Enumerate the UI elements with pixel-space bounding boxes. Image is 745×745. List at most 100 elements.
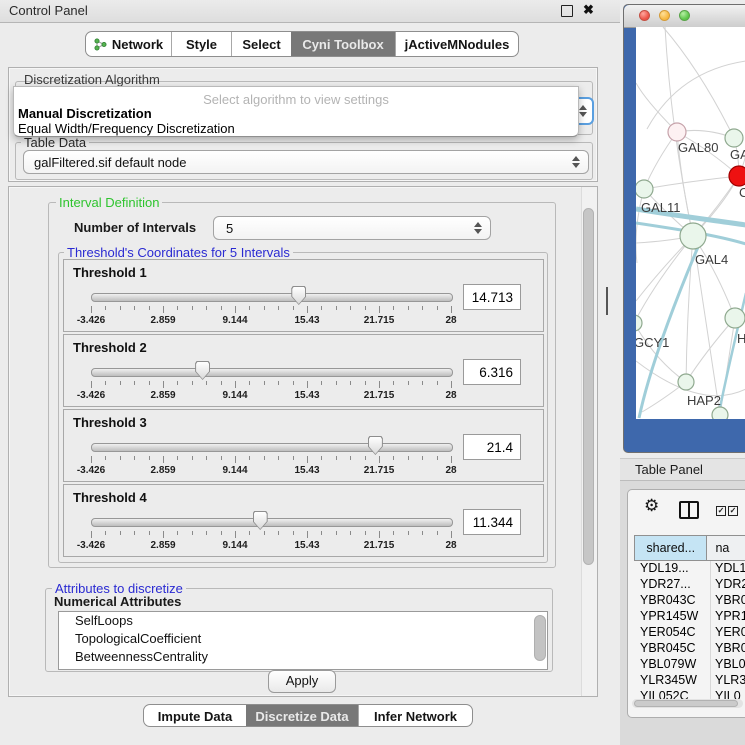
attributes-scrollbar-thumb[interactable] (534, 615, 546, 661)
tab-network[interactable]: Network (86, 32, 171, 56)
split-column-icon[interactable] (679, 501, 699, 519)
network-edge[interactable] (644, 176, 739, 189)
column-header-name[interactable]: na (707, 535, 745, 561)
cell-name[interactable]: YLR3 (711, 673, 745, 689)
cell-shared-name[interactable]: YLR345W (634, 673, 711, 689)
split-pane-divider[interactable] (606, 287, 608, 315)
threshold-3-slider-handle[interactable] (368, 436, 383, 455)
cell-shared-name[interactable]: YPR145W (634, 609, 711, 625)
table-hscrollbar[interactable] (632, 699, 743, 708)
threshold-4-slider-handle[interactable] (253, 511, 268, 530)
network-edge[interactable] (644, 132, 677, 189)
network-node-h[interactable] (725, 308, 745, 328)
network-edge[interactable] (636, 323, 686, 382)
slider-tick (206, 381, 207, 385)
slider-tick (365, 531, 366, 535)
column-header-shared-name[interactable]: shared... (634, 535, 707, 561)
cell-shared-name[interactable]: YDR27... (634, 577, 711, 593)
cell-name[interactable]: YPR1 (711, 609, 745, 625)
checkbox-icon[interactable]: ✓ (716, 506, 726, 516)
threshold-3-value-field[interactable]: 21.4 (463, 434, 521, 460)
cell-shared-name[interactable]: YBR043C (634, 593, 711, 609)
settings-scrollbar-thumb[interactable] (583, 208, 594, 565)
attribute-list-item[interactable]: SelfLoops (59, 612, 547, 630)
cell-name[interactable]: YBR0 (711, 641, 745, 657)
table-row[interactable]: YPR145WYPR1 (634, 609, 745, 625)
table-row[interactable]: YBR045CYBR0 (634, 641, 745, 657)
cell-name[interactable]: YDL1 (711, 561, 745, 577)
close-icon[interactable]: ✖ (583, 2, 594, 18)
slider-tick (149, 456, 150, 460)
table-row[interactable]: YIL052CYIL0 (634, 689, 745, 699)
algorithm-option-equal-width[interactable]: Equal Width/Frequency Discretization (18, 121, 235, 136)
slider-tick (105, 531, 106, 535)
close-traffic-light[interactable] (639, 10, 650, 21)
table-row[interactable]: YBR043CYBR0 (634, 593, 745, 609)
threshold-2-value-field[interactable]: 6.316 (463, 359, 521, 385)
cell-name[interactable]: YBR0 (711, 593, 745, 609)
network-node-gal11[interactable] (636, 180, 653, 198)
network-node-gcy1[interactable] (636, 315, 642, 331)
slider-tick (264, 381, 265, 385)
network-node-gal4[interactable] (680, 223, 706, 249)
attribute-list-item[interactable]: TopologicalCoefficient (59, 630, 547, 648)
apply-button[interactable]: Apply (268, 670, 336, 693)
tab-impute-data[interactable]: Impute Data (144, 705, 246, 727)
algorithm-option-manual[interactable]: Manual Discretization (18, 106, 152, 121)
network-window-titlebar[interactable] (624, 5, 745, 28)
cell-shared-name[interactable]: YDL19... (634, 561, 711, 577)
network-node-gal80[interactable] (668, 123, 686, 141)
threshold-1-slider-track[interactable] (91, 293, 453, 302)
table-row[interactable]: YDL19...YDL1 (634, 561, 745, 577)
algorithm-placeholder-option[interactable]: Select algorithm to view settings (14, 92, 578, 107)
float-icon[interactable] (561, 5, 573, 17)
slider-tick (278, 531, 279, 535)
threshold-3-slider-track[interactable] (91, 443, 453, 452)
threshold-1-slider-handle[interactable] (291, 286, 306, 305)
checkbox-icon[interactable]: ✓ (728, 506, 738, 516)
cyni-bottom-tabs: Impute Data Discretize Data Infer Networ… (143, 704, 473, 727)
cell-name[interactable]: YDR2 (711, 577, 745, 593)
threshold-2-slider-track[interactable] (91, 368, 453, 377)
slider-tick (177, 456, 178, 460)
tab-select[interactable]: Select (231, 32, 291, 56)
table-row[interactable]: YDR27...YDR2 (634, 577, 745, 593)
cell-name[interactable]: YIL0 (711, 689, 745, 699)
attribute-list-item[interactable]: BetweennessCentrality (59, 648, 547, 666)
slider-tick (365, 381, 366, 385)
threshold-4-value-field[interactable]: 11.344 (463, 509, 521, 535)
network-canvas[interactable]: GAL80GACGAL11GAL4HGCY1HAP2 (636, 27, 745, 419)
cell-shared-name[interactable]: YIL052C (634, 689, 711, 699)
network-node-c[interactable] (729, 166, 745, 186)
network-node[interactable] (712, 407, 728, 419)
gear-icon[interactable]: ⚙ (644, 496, 659, 516)
cell-shared-name[interactable]: YBL079W (634, 657, 711, 673)
table-row[interactable]: YLR345WYLR3 (634, 673, 745, 689)
threshold-2-slider-handle[interactable] (195, 361, 210, 380)
tab-cyni-toolbox[interactable]: Cyni Toolbox (291, 32, 395, 56)
table-row[interactable]: YER054CYER0 (634, 625, 745, 641)
table-row[interactable]: YBL079WYBL0 (634, 657, 745, 673)
cell-name[interactable]: YBL0 (711, 657, 745, 673)
network-node-ga[interactable] (725, 129, 743, 147)
slider-tick (451, 306, 452, 313)
tab-jactivemnodules[interactable]: jActiveMNodules (395, 32, 518, 56)
threshold-4-slider-track[interactable] (91, 518, 453, 527)
tab-infer-network[interactable]: Infer Network (358, 705, 472, 727)
network-node-hap2[interactable] (678, 374, 694, 390)
table-data-combo[interactable]: galFiltered.sif default node (23, 150, 589, 174)
slider-tick (278, 381, 279, 385)
number-of-intervals-combo[interactable]: 5 (213, 216, 491, 240)
minimize-traffic-light[interactable] (659, 10, 670, 21)
tab-style[interactable]: Style (171, 32, 231, 56)
cell-shared-name[interactable]: YBR045C (634, 641, 711, 657)
table-hscrollbar-thumb[interactable] (634, 700, 738, 707)
panel-title: Control Panel (9, 3, 88, 18)
tab-discretize-data[interactable]: Discretize Data (246, 705, 358, 727)
cell-shared-name[interactable]: YER054C (634, 625, 711, 641)
numerical-attributes-list[interactable]: SelfLoopsTopologicalCoefficientBetweenne… (58, 611, 548, 670)
slider-tick (177, 531, 178, 535)
cell-name[interactable]: YER0 (711, 625, 745, 641)
zoom-traffic-light[interactable] (679, 10, 690, 21)
threshold-1-value-field[interactable]: 14.713 (463, 284, 521, 310)
